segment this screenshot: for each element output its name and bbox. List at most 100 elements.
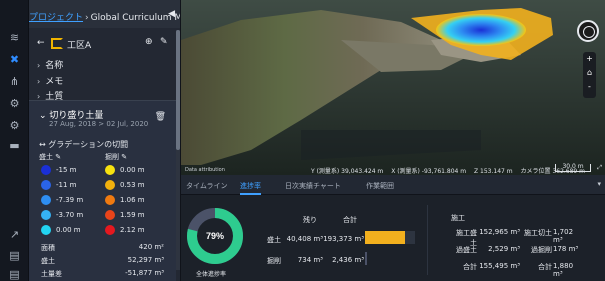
cut-level-value: 2.12 m (120, 226, 145, 234)
fill-level-value: -15 m (56, 166, 77, 174)
stat-area-label: 面積 (41, 244, 55, 252)
stat-fill-value: 52,297 m³ (127, 256, 164, 264)
cut-fill-date-range: 27 Aug, 2018 > 02 Jul, 2020 (49, 120, 149, 128)
tab-daily-chart[interactable]: 日次実績チャート (285, 181, 341, 191)
share-icon[interactable]: ↗ (8, 228, 21, 241)
zoom-to-icon[interactable]: ⊕ (145, 37, 153, 47)
zoom-in-button[interactable]: + (583, 52, 596, 66)
tab-timeline[interactable]: タイムライン (186, 181, 228, 191)
section-divider (427, 205, 428, 275)
summary-value: 1,880 m³ (553, 262, 574, 278)
fill-color-swatch[interactable] (41, 225, 51, 235)
chevron-down-icon: ⌄ (39, 111, 50, 121)
expand-icon[interactable]: ⤢ (597, 164, 602, 172)
back-arrow-icon[interactable]: ← (37, 38, 45, 48)
cut-color-swatch[interactable] (105, 210, 115, 220)
summary-label: 過掘削 (531, 246, 552, 254)
zoom-out-button[interactable]: - (583, 80, 596, 94)
fill-color-swatch[interactable] (41, 195, 51, 205)
tab-progress[interactable]: 進捗率 (240, 181, 261, 195)
coordinate-readout: Y (測量系) 39,043.424 m X (測量系) -93,761.804… (311, 166, 591, 175)
area-icon (51, 38, 63, 49)
data-attribution-link[interactable]: Data attribution (185, 167, 225, 173)
fill-color-swatch[interactable] (41, 180, 51, 190)
coord-x: X (測量系) -93,761.804 m (391, 168, 467, 175)
fill-level-value: 0.00 m (56, 226, 81, 234)
fill-remaining: 40,408 m³ (286, 235, 323, 243)
compass-icon[interactable] (577, 20, 599, 42)
breadcrumb-project-link[interactable]: プロジェクト (29, 13, 83, 23)
cut-header-label: 掘削 (105, 153, 119, 161)
terrain-render[interactable] (181, 0, 605, 175)
fill-color-swatch[interactable] (41, 165, 51, 175)
coord-z: Z 153.147 m (474, 168, 513, 175)
cut-color-swatch[interactable] (105, 180, 115, 190)
summary-value: 155,495 m³ (479, 262, 520, 270)
summary-title: 施工 (451, 214, 465, 222)
document-icon[interactable]: ▤ (8, 249, 21, 262)
stat-diff-value: -51,877 m³ (125, 269, 164, 277)
fill-level-value: -3.70 m (56, 211, 84, 219)
gradient-toggle[interactable]: ↔ グラデーションの切闘 (39, 139, 128, 150)
property-label: 名称 (45, 61, 64, 71)
breadcrumb: プロジェクト›Global Curriculum M... ⌄ ◀ (29, 0, 180, 28)
cut-level-value: 1.06 m (120, 196, 145, 204)
breadcrumb-separator: › (85, 13, 89, 23)
fill-color-swatch[interactable] (41, 210, 51, 220)
network-icon[interactable]: ⋔ (8, 75, 21, 88)
icon-rail: ≋ ✖ ⋔ ⚙ ⚙ ▬ ↗ ▤ ▤ (0, 0, 29, 281)
scrollbar-thumb[interactable] (176, 30, 180, 150)
bottom-panel: タイムライン 進捗率 日次実績チャート 作業範囲 ▾ 79% 全体進捗率 残り … (181, 175, 605, 281)
fill-level-value: -11 m (56, 181, 77, 189)
cut-progress-fill (365, 252, 367, 265)
summary-value: 152,965 m³ (479, 228, 520, 236)
3d-viewer[interactable]: + ⌂ - Data attribution Y (測量系) 39,043.42… (181, 0, 605, 175)
cut-color-swatch[interactable] (105, 165, 115, 175)
swap-icon: ↔ (39, 140, 49, 149)
summary-value: 1,702 m³ (553, 228, 574, 244)
edit-icon[interactable]: ✎ (121, 153, 127, 161)
tools-icon[interactable]: ✖ (8, 53, 21, 66)
cut-fill-card: ⌄ 切り盛り土量 27 Aug, 2018 > 02 Jul, 2020 🗑 ↔… (29, 100, 176, 281)
stat-area-value: 420 m² (138, 243, 164, 251)
donut-percent: 79% (206, 231, 224, 241)
cut-progress-bar (365, 252, 415, 265)
cut-level-value: 1.59 m (120, 211, 145, 219)
tab-work-area[interactable]: 作業範囲 (366, 181, 394, 191)
collapse-panel-icon[interactable]: ◀ (168, 9, 175, 19)
chevron-right-icon: › (37, 77, 41, 86)
cut-row-label: 掘削 (267, 257, 281, 265)
trash-icon[interactable]: 🗑 (155, 112, 166, 122)
property-label: メモ (45, 77, 64, 87)
edit-icon[interactable]: ✎ (55, 153, 61, 161)
property-memo[interactable]: › メモ (37, 74, 63, 87)
tab-bar: タイムライン 進捗率 日次実績チャート 作業範囲 ▾ (181, 175, 605, 195)
cut-header: 掘削 ✎ (105, 152, 127, 162)
report-icon[interactable]: ▤ (8, 268, 21, 281)
remaining-header: 残り (303, 216, 317, 224)
progress-donut: 79% (187, 208, 243, 264)
property-name[interactable]: › 名称 (37, 58, 63, 71)
folder-icon[interactable]: ▬ (8, 139, 21, 152)
summary-label: 合計 (538, 263, 552, 271)
cut-level-value: 0.00 m (120, 166, 145, 174)
gradient-title: グラデーションの切闘 (48, 140, 129, 149)
settings-icon[interactable]: ⚙ (8, 97, 21, 110)
chevron-down-icon[interactable]: ▾ (597, 180, 601, 188)
cut-color-swatch[interactable] (105, 225, 115, 235)
home-button[interactable]: ⌂ (583, 66, 596, 80)
cut-color-swatch[interactable] (105, 195, 115, 205)
vehicle-icon[interactable]: ⚙ (8, 119, 21, 132)
layers-icon[interactable]: ≋ (8, 31, 21, 44)
summary-value: 2,529 m³ (488, 245, 520, 253)
panel-scrollbar[interactable] (176, 30, 180, 270)
area-header: ← 工区A ⊕ ✎ (37, 37, 177, 52)
zoom-controls: + ⌂ - (583, 52, 596, 98)
fill-header: 盛土 ✎ (39, 152, 61, 162)
cut-level-value: 0.53 m (120, 181, 145, 189)
summary-value: 178 m³ (553, 245, 579, 253)
summary-label: 施工切土 (524, 229, 552, 237)
fill-header-label: 盛土 (39, 153, 53, 161)
edit-icon[interactable]: ✎ (160, 37, 168, 47)
app-window: ≋ ✖ ⋔ ⚙ ⚙ ▬ ↗ ▤ ▤ プロジェクト › Global Curricul… (0, 0, 605, 281)
